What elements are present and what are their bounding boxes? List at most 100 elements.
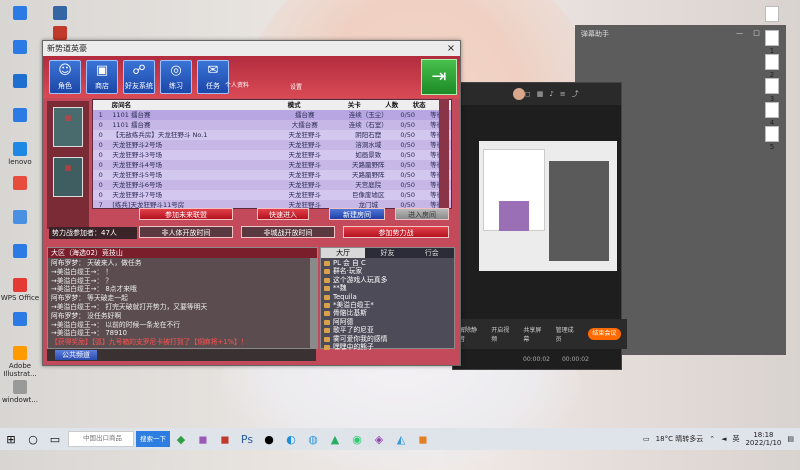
map-card[interactable]: ▦ xyxy=(53,107,83,147)
table-row[interactable]: 0 【无敌练兵房】天龙狂野斗 No.1 天龙狂野斗 阴阳石窟 0/50 等待 xyxy=(93,130,451,140)
clock[interactable]: 18:18 2022/1/10 xyxy=(745,431,781,447)
enter-room-button[interactable]: 进入房间 xyxy=(395,208,449,220)
table-row[interactable]: 1 1101 擂台赛 擂台赛 连续（玉尘） 0/50 等待 xyxy=(93,110,451,120)
desktop-file-icon[interactable]: 3 xyxy=(752,78,792,103)
room-list-scrollbar[interactable] xyxy=(439,99,449,209)
table-row[interactable]: 0 天龙狂野斗5号场 天龙狂野斗 天路蜃野阵 0/50 等待 xyxy=(93,170,451,180)
desktop-icon[interactable] xyxy=(0,74,40,90)
volume-icon[interactable]: ◄ xyxy=(721,435,726,443)
desktop-file-icon[interactable]: 5 xyxy=(752,126,792,151)
open-time-button[interactable]: 非城战开放时间 xyxy=(241,226,335,238)
desktop-file-icon[interactable] xyxy=(752,6,792,23)
desktop-file-icon[interactable]: 4 xyxy=(752,102,792,127)
profile-label[interactable]: 个人资料 xyxy=(225,80,249,89)
settings-label[interactable]: 设置 xyxy=(290,82,302,91)
tab-0[interactable]: 大厅 xyxy=(321,248,366,258)
chat-channel-tab[interactable]: 大区（海选02）竞技山 xyxy=(48,248,317,258)
desktop-icon[interactable]: Adobe Illustrat... xyxy=(0,346,40,378)
end-meeting-button[interactable]: 结束会议 xyxy=(587,328,621,340)
list-item[interactable]: **魏 xyxy=(321,284,454,292)
desktop-icon[interactable]: WPS Office xyxy=(0,278,40,302)
friends-icon: ☍ xyxy=(132,63,146,78)
network-icon[interactable]: ⌃ xyxy=(709,435,715,443)
cortana-icon[interactable]: ○ xyxy=(24,431,42,447)
list-item[interactable]: 雾可爱你我的感情 xyxy=(321,335,454,343)
browser-icon[interactable]: ◍ xyxy=(304,431,322,447)
app-icon[interactable]: ◼ xyxy=(194,431,212,447)
search-button[interactable]: 搜索一下 xyxy=(136,431,170,447)
exit-button[interactable]: ⇥ xyxy=(421,59,457,95)
chat-input-bar[interactable]: 公共频道 xyxy=(47,349,316,361)
app-icon[interactable]: ◼ xyxy=(216,431,234,447)
avatar[interactable] xyxy=(513,88,525,100)
close-icon[interactable]: × xyxy=(442,43,460,54)
refresh-button[interactable]: 非人体开放时间 xyxy=(139,226,233,238)
toolbar-button-2[interactable]: ☍ 好友系统 xyxy=(123,60,155,94)
table-row[interactable]: 0 天龙狂野斗4号场 天龙狂野斗 天路蜃野阵 0/50 等待 xyxy=(93,160,451,170)
desktop-file-icon[interactable]: 1 xyxy=(752,30,792,55)
desktop-icon[interactable] xyxy=(0,40,40,56)
list-item[interactable]: *美溢白缆王* xyxy=(321,301,454,309)
table-row[interactable]: 0 1101 擂台赛 大擂台赛 连续（石室） 0/50 等待 xyxy=(93,120,451,130)
tab-1[interactable]: 好友 xyxy=(365,248,409,258)
chat-icon[interactable]: ◻ xyxy=(525,90,531,98)
notification-icon[interactable]: ▤ xyxy=(787,435,794,443)
desktop-icon[interactable] xyxy=(0,210,40,226)
tab-2[interactable]: 行会 xyxy=(410,248,454,258)
list-item[interactable]: 骨骼比基斯 xyxy=(321,309,454,317)
unmute-button[interactable]: 解除静音 xyxy=(459,325,481,343)
ime-label[interactable]: 英 xyxy=(732,434,739,444)
share-screen-button[interactable]: 共享屏幕 xyxy=(523,325,545,343)
desktop-file-icon[interactable]: 2 xyxy=(752,54,792,79)
weather[interactable]: 18°C 晴转多云 xyxy=(656,434,704,444)
map-card[interactable]: ▦ xyxy=(53,157,83,197)
desktop-icon[interactable] xyxy=(0,176,40,192)
wechat-icon[interactable]: ◉ xyxy=(348,431,366,447)
desktop-icon[interactable] xyxy=(0,244,40,260)
desktop-icon[interactable]: lenovo xyxy=(0,142,40,166)
quick-join-button[interactable]: 快速进入 xyxy=(257,208,309,220)
chat-scrollbar[interactable] xyxy=(310,258,317,348)
list-item[interactable]: 群名·玩家 xyxy=(321,267,454,275)
windows-start-icon[interactable]: ⊞ xyxy=(2,431,20,447)
game-icon[interactable]: ◈ xyxy=(370,431,388,447)
toolbar-button-1[interactable]: ▣ 商店 xyxy=(86,60,118,94)
public-channel-button[interactable]: 公共频道 xyxy=(55,350,97,360)
table-row[interactable]: 0 天龙狂野斗3号场 天龙狂野斗 如画景致 0/50 等待 xyxy=(93,150,451,160)
bell-icon[interactable]: ♪ xyxy=(549,90,553,98)
list-item[interactable]: 嘿嘿中的熊子 xyxy=(321,343,454,351)
toolbar-button-3[interactable]: ◎ 练习 xyxy=(160,60,192,94)
desktop-icon[interactable] xyxy=(0,6,40,22)
video-button[interactable]: 开启视频 xyxy=(491,325,513,343)
list-item[interactable]: PL 会 自 C xyxy=(321,259,454,267)
grid-icon[interactable]: ▦ xyxy=(537,90,544,98)
task-view-icon[interactable]: ▭ xyxy=(46,431,64,447)
list-item[interactable]: 这个游戏人玩真多 xyxy=(321,276,454,284)
share-icon[interactable]: ⤴ xyxy=(572,89,579,99)
desktop-icon[interactable] xyxy=(0,108,40,124)
join-faction-button[interactable]: 参加势力战 xyxy=(343,226,449,238)
app-icon[interactable]: ▲ xyxy=(326,431,344,447)
photoshop-icon[interactable]: Ps xyxy=(238,431,256,447)
join-alliance-button[interactable]: 参加未来联盟 xyxy=(139,208,233,220)
edge-icon[interactable]: ◐ xyxy=(282,431,300,447)
qq-icon[interactable]: ● xyxy=(260,431,278,447)
create-room-button[interactable]: 新建房间 xyxy=(329,208,385,220)
app-icon[interactable]: ◆ xyxy=(172,431,190,447)
desktop-icon[interactable] xyxy=(40,6,80,22)
app-icon[interactable]: ◭ xyxy=(392,431,410,447)
table-row[interactable]: 0 天龙狂野斗7号场 天龙狂野斗 巨像废墟区 0/50 等待 xyxy=(93,190,451,200)
members-button[interactable]: 管理成员 xyxy=(556,325,578,343)
list-item[interactable]: 阿阿德 xyxy=(321,318,454,326)
toolbar-button-0[interactable]: ☺ 角色 xyxy=(49,60,81,94)
list-item[interactable]: Tequila xyxy=(321,293,454,301)
battery-icon[interactable]: ▭ xyxy=(643,435,650,443)
table-row[interactable]: 0 天龙狂野斗2号场 天龙狂野斗 溶洞水域 0/50 等待 xyxy=(93,140,451,150)
app-icon[interactable]: ◼ xyxy=(414,431,432,447)
table-row[interactable]: 0 天龙狂野斗6号场 天龙狂野斗 天宫庭院 0/50 等待 xyxy=(93,180,451,190)
search-input[interactable] xyxy=(68,431,134,447)
desktop-icon[interactable] xyxy=(0,312,40,328)
desktop-icon[interactable]: windowt... xyxy=(0,380,40,404)
more-icon[interactable]: ≡ xyxy=(560,90,566,98)
list-item[interactable]: 歌平了的尼亚 xyxy=(321,326,454,334)
